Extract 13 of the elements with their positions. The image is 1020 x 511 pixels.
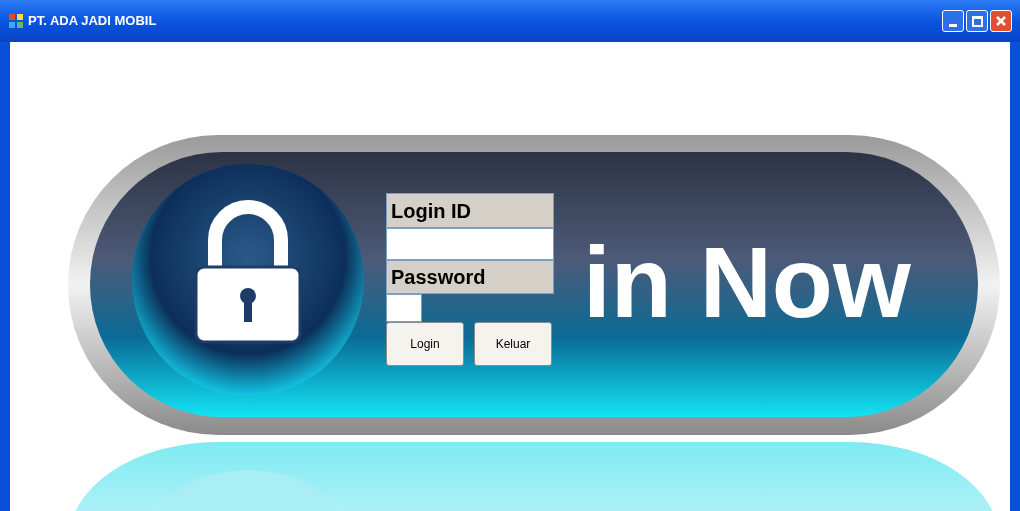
login-button[interactable]: Login	[386, 322, 464, 366]
login-id-field[interactable]	[386, 228, 554, 260]
window-title: PT. ADA JADI MOBIL	[28, 12, 157, 31]
password-field[interactable]	[386, 294, 422, 322]
minimize-button[interactable]	[942, 10, 964, 32]
app-icon	[8, 13, 24, 29]
maximize-button[interactable]	[966, 10, 988, 32]
close-button[interactable]	[990, 10, 1012, 32]
field-label: Login ID	[386, 193, 554, 228]
close-icon	[995, 15, 1007, 27]
field-label: Password	[386, 260, 554, 294]
exit-button[interactable]: Keluar	[474, 322, 552, 366]
banner-text: in Now	[583, 232, 911, 332]
